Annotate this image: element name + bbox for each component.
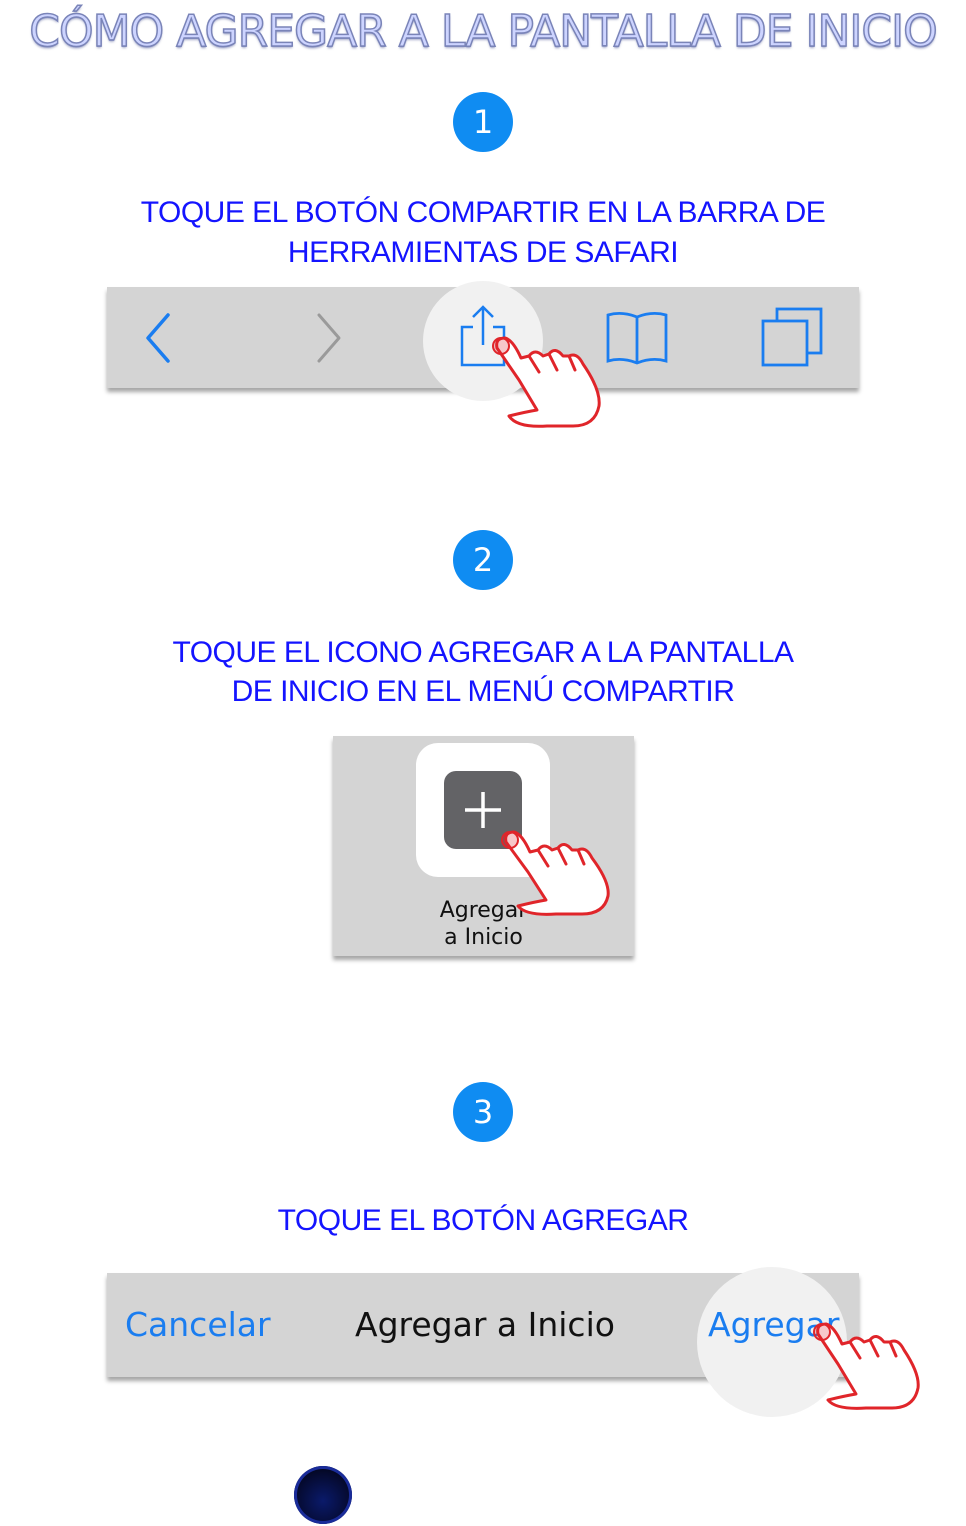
step-2-instruction-line1: TOQUE EL ICONO AGREGAR A LA PANTALLA: [172, 636, 794, 669]
step-3-badge: 3: [453, 1082, 513, 1142]
bookmarks-icon[interactable]: [604, 309, 670, 367]
cancel-button[interactable]: Cancelar: [125, 1305, 271, 1344]
page-title: CÓMO AGREGAR A LA PANTALLA DE INICIO: [29, 5, 939, 58]
step-2-badge: 2: [453, 530, 513, 590]
dialog-title: Agregar a Inicio: [355, 1305, 615, 1344]
bottom-dot-icon: [294, 1466, 352, 1524]
pointing-hand-icon: [813, 1322, 920, 1410]
safari-toolbar: [107, 281, 859, 401]
add-to-home-dialog-bar: Cancelar Agregar a Inicio Agregar: [107, 1267, 859, 1417]
step-1-badge: 1: [453, 92, 513, 152]
back-chevron-icon[interactable]: [142, 311, 178, 365]
step-3-instruction: TOQUE EL BOTÓN AGREGAR: [277, 1204, 689, 1237]
forward-chevron-icon[interactable]: [311, 311, 347, 365]
step-1-instruction-line1: TOQUE EL BOTÓN COMPARTIR EN LA BARRA DE: [140, 196, 826, 229]
pointing-hand-icon: [492, 336, 601, 428]
tabs-icon[interactable]: [759, 305, 825, 369]
tile-label-line2: a Inicio: [444, 925, 523, 950]
pointing-hand-icon: [501, 830, 610, 916]
step-1-instruction-line2: HERRAMIENTAS DE SAFARI: [287, 236, 679, 269]
step-2-instruction-line2: DE INICIO EN EL MENÚ COMPARTIR: [231, 675, 735, 708]
